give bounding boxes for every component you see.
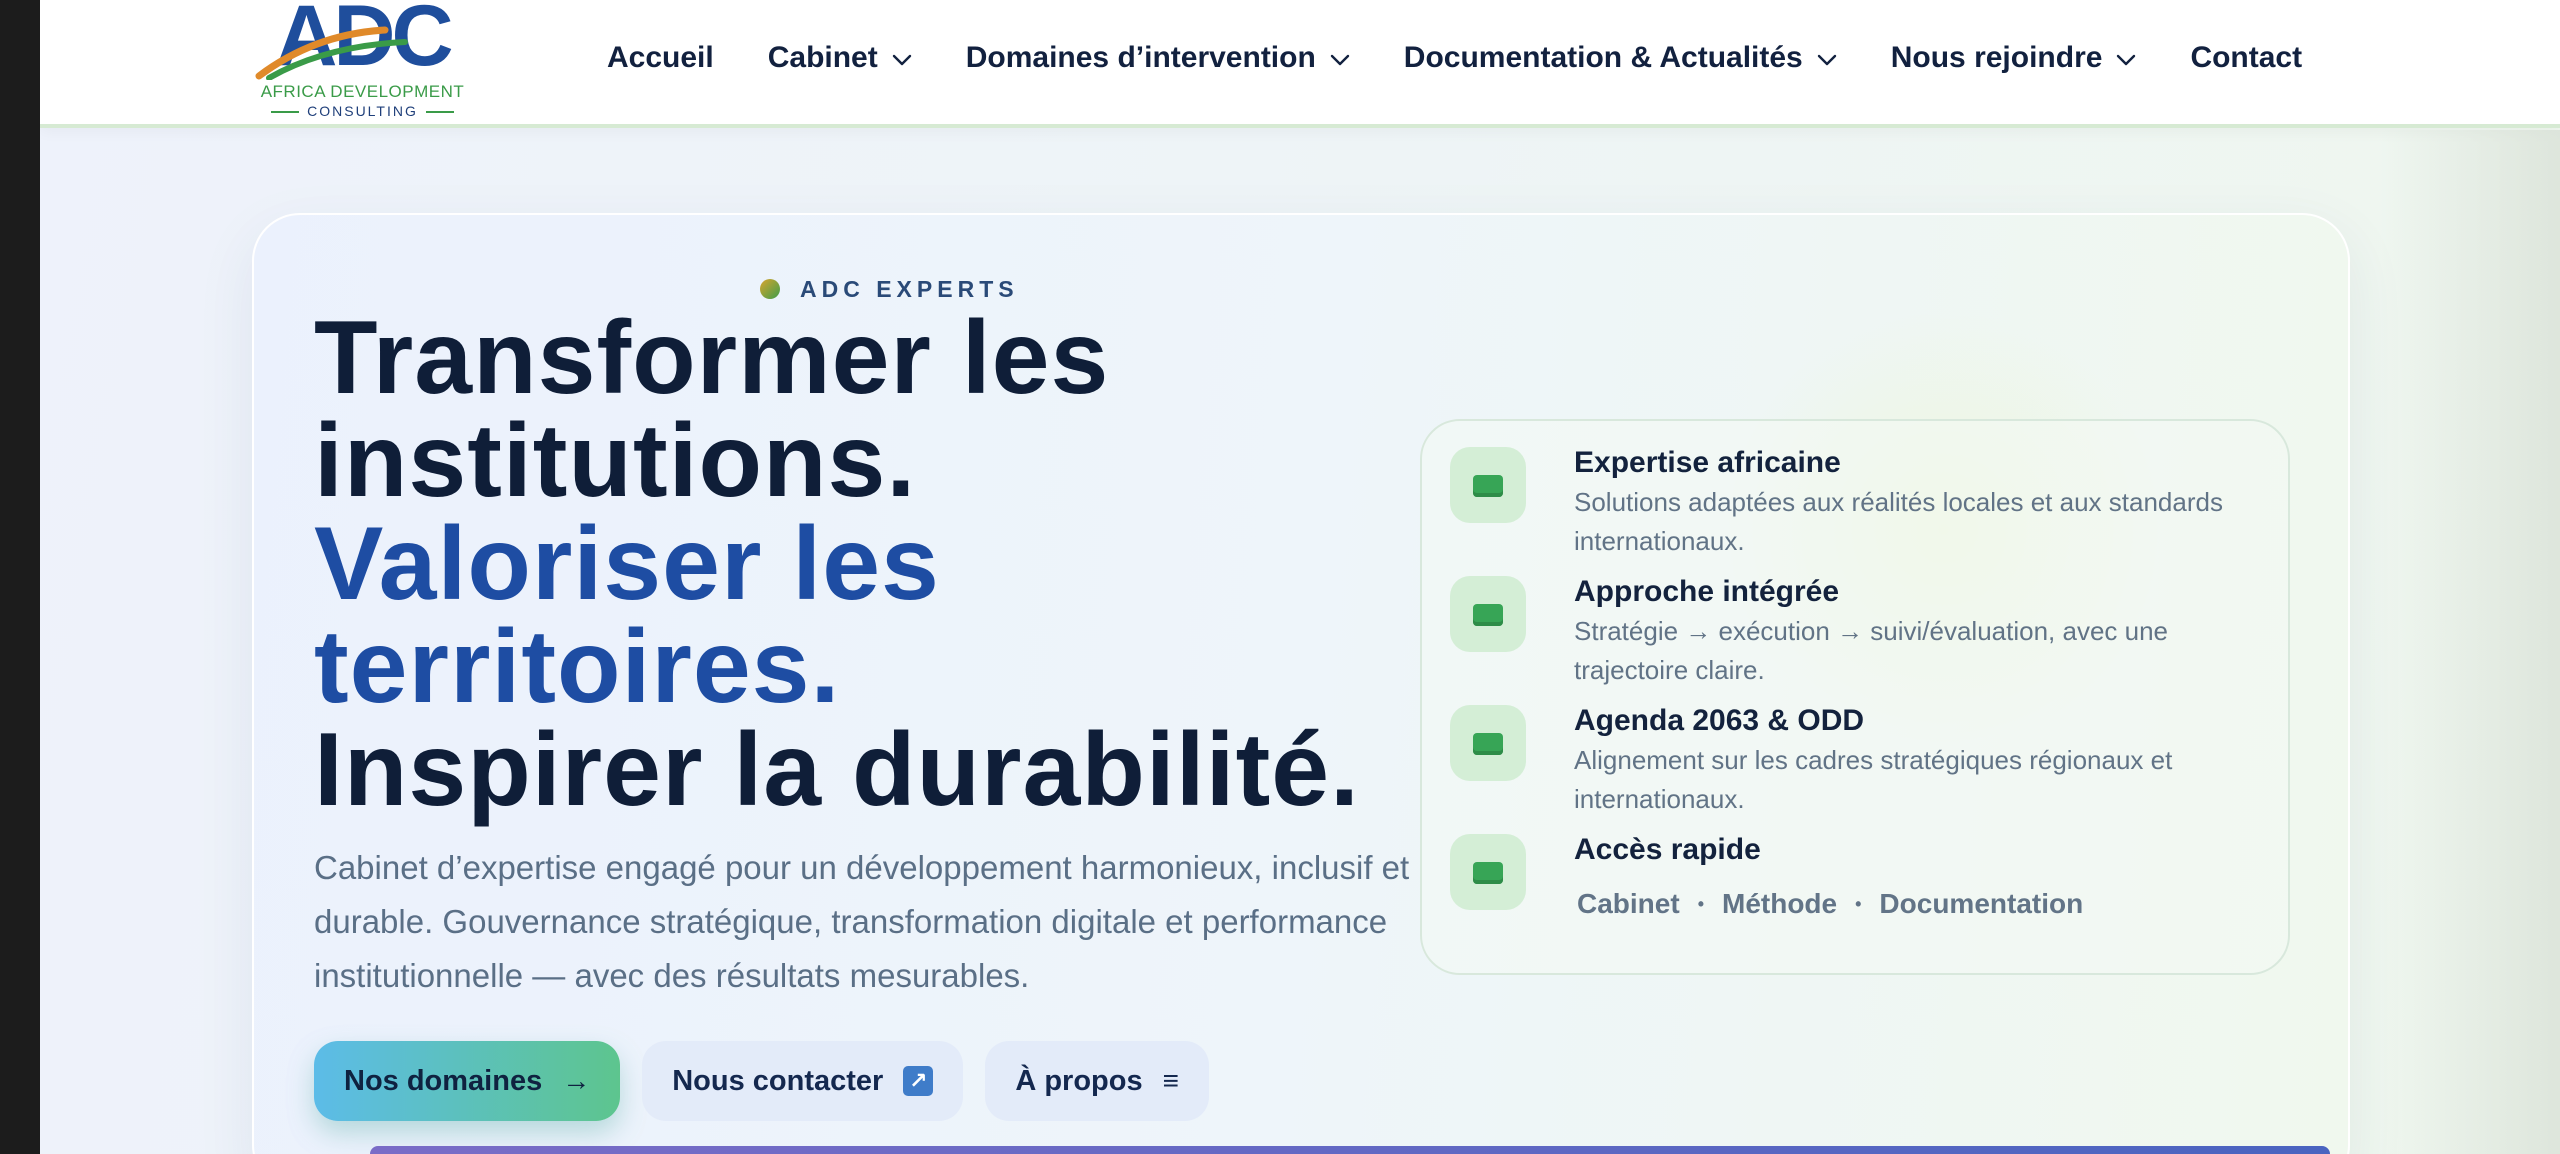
nav-item-documentation[interactable]: Documentation & Actualités	[1404, 36, 1837, 80]
headline-line: institutions.	[314, 403, 917, 519]
page-edge-shade	[2380, 130, 2560, 1154]
quick-links: Cabinet • Méthode • Documentation	[1577, 884, 2083, 924]
page: ADC AFRICA DEVELOPMENT CONSULTING Accuei…	[40, 0, 2560, 1154]
feature-folder-icon	[1450, 447, 1526, 523]
nav-item-label: Accueil	[607, 41, 714, 74]
headline-line-accent: territoires.	[314, 609, 841, 725]
feature-title: Agenda 2063 & ODD	[1574, 704, 1865, 737]
nav-item-contact[interactable]: Contact	[2190, 36, 2302, 80]
feature-description: Alignement sur les cadres stratégiques r…	[1574, 745, 2173, 814]
quick-link-separator: •	[1855, 893, 1862, 914]
headline-line: Transformer les	[314, 300, 1110, 416]
headline-line-accent: Valoriser les	[314, 506, 940, 622]
chevron-down-icon	[1330, 54, 1349, 66]
logo-tagline-top: AFRICA DEVELOPMENT	[260, 82, 465, 101]
button-label: À propos	[1015, 1064, 1143, 1097]
nos-domaines-button[interactable]: Nos domaines →	[314, 1041, 621, 1121]
menu-lines-icon: ≡	[1162, 1065, 1179, 1096]
quick-link-methode[interactable]: Méthode	[1722, 888, 1837, 920]
logo-swoosh-icon	[255, 26, 408, 80]
nous-contacter-button[interactable]: Nous contacter ↗	[642, 1041, 964, 1121]
eyebrow-text: ADC EXPERTS	[800, 275, 1019, 302]
arrow-right-icon: →	[562, 1065, 591, 1096]
a-propos-button[interactable]: À propos ≡	[985, 1041, 1209, 1121]
feature-description: Solutions adaptées aux réalités locales …	[1574, 487, 2223, 556]
feature-title: Approche intégrée	[1574, 575, 1840, 608]
hero-subtitle: Cabinet d’expertise engagé pour un dével…	[314, 849, 1410, 994]
feature-description: Stratégie → exécution → suivi/évaluation…	[1574, 616, 2169, 685]
features-panel: Expertise africaine Solutions adaptées a…	[1420, 419, 2290, 975]
nav-item-label: Domaines d’intervention	[965, 41, 1316, 74]
nav-item-accueil[interactable]: Accueil	[607, 36, 714, 80]
nav-item-cabinet[interactable]: Cabinet	[768, 36, 912, 80]
logo-tagline-bottom-text: CONSULTING	[307, 103, 418, 119]
hero-headline: Transformer les institutions. Valoriser …	[314, 300, 1434, 828]
button-label: Nos domaines	[344, 1064, 543, 1097]
nav-item-label: Nous rejoindre	[1890, 41, 2103, 74]
nav-item-label: Documentation & Actualités	[1403, 41, 1803, 74]
feature-title: Expertise africaine	[1574, 446, 1841, 479]
external-link-icon: ↗	[903, 1066, 934, 1096]
feature-folder-icon	[1450, 834, 1526, 910]
hero-buttons: Nos domaines → Nous contacter ↗ À propos…	[314, 1041, 1231, 1121]
quick-link-documentation[interactable]: Documentation	[1879, 888, 2083, 920]
hero-card: ADC EXPERTS Transformer les institutions…	[252, 213, 2350, 1154]
next-section-edge	[370, 1146, 2330, 1154]
site-header: ADC AFRICA DEVELOPMENT CONSULTING Accuei…	[40, 0, 2560, 128]
nav-item-rejoindre[interactable]: Nous rejoindre	[1891, 36, 2137, 80]
adc-logo[interactable]: ADC AFRICA DEVELOPMENT CONSULTING	[245, 0, 480, 124]
main-nav: Accueil Cabinet Domaines d’intervention …	[607, 36, 2302, 80]
feature-folder-icon	[1450, 705, 1526, 781]
chevron-down-icon	[1817, 54, 1836, 66]
feature-title: Accès rapide	[1574, 833, 1761, 866]
logo-tagline-bottom: CONSULTING	[245, 103, 480, 119]
nav-item-domaines[interactable]: Domaines d’intervention	[966, 36, 1350, 80]
eyebrow-dot-icon	[760, 279, 780, 299]
chevron-down-icon	[892, 54, 911, 66]
feature-folder-icon	[1450, 576, 1526, 652]
quick-link-separator: •	[1697, 893, 1704, 914]
nav-item-label: Cabinet	[767, 41, 878, 74]
nav-item-label: Contact	[2190, 41, 2303, 74]
chevron-down-icon	[2117, 54, 2136, 66]
button-label: Nous contacter	[672, 1064, 884, 1097]
headline-line: Inspirer la durabilité.	[314, 712, 1360, 828]
quick-link-cabinet[interactable]: Cabinet	[1577, 888, 1680, 920]
